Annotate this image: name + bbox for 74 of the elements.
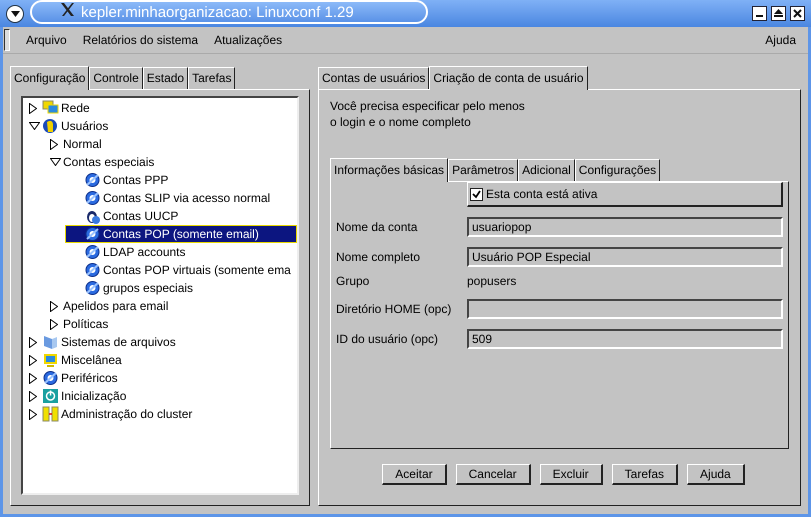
menu-item[interactable]: Arquivo xyxy=(18,33,75,47)
power-icon xyxy=(42,388,59,404)
instructions-text: Você precisa especificar pelo menos o login e o nome completo xyxy=(330,98,526,130)
window-title: kepler.minhaorganizacao: Linuxconf 1.29 xyxy=(81,4,354,20)
menu-item[interactable]: Relatórios do sistema xyxy=(74,33,206,47)
dialog-button[interactable]: Excluir xyxy=(540,464,603,485)
dialog-button[interactable]: Cancelar xyxy=(456,464,531,485)
tree-item[interactable]: Contas POP (somente email) xyxy=(65,225,297,243)
tab[interactable]: Contas de usuários xyxy=(318,67,430,89)
tab[interactable]: Tarefas xyxy=(188,67,236,89)
tree-item[interactable]: Inicialização xyxy=(23,387,297,405)
field-label: Grupo xyxy=(336,274,370,288)
field-value: popusers xyxy=(467,274,516,288)
tab[interactable]: Controle xyxy=(89,67,143,89)
field-label: Nome completo xyxy=(336,250,422,264)
input-field[interactable]: usuariopop xyxy=(467,217,783,237)
tree-item[interactable]: Usuários xyxy=(23,117,297,135)
minimize-button[interactable] xyxy=(752,6,767,21)
tab[interactable]: Configurações xyxy=(574,159,660,181)
window-menu-button[interactable] xyxy=(6,4,24,22)
menu-grip[interactable] xyxy=(4,29,10,51)
input-field[interactable]: Usuário POP Especial xyxy=(467,247,783,267)
tree-item[interactable]: Contas UUCP xyxy=(65,207,297,225)
tree-item[interactable]: Periféricos xyxy=(23,369,297,387)
maximize-icon xyxy=(774,9,783,18)
tree-item[interactable]: Rede xyxy=(23,99,297,117)
tree-item[interactable]: Administração do cluster xyxy=(23,405,297,423)
tab[interactable]: Parâmetros xyxy=(448,159,518,181)
tree-item[interactable]: LDAP accounts xyxy=(65,243,297,261)
users-icon xyxy=(42,118,59,134)
collapse-arrow-icon[interactable] xyxy=(29,119,42,133)
field-label: Nome da conta xyxy=(336,220,418,234)
tree-item[interactable]: Contas especiais xyxy=(44,153,297,171)
tab[interactable]: Adicional xyxy=(518,159,575,181)
collapse-arrow-icon[interactable] xyxy=(50,155,63,169)
input-field[interactable]: 509 xyxy=(467,329,783,349)
cluster-icon xyxy=(42,406,59,422)
gear-icon xyxy=(84,262,101,278)
gear-icon xyxy=(84,244,101,260)
tree-item[interactable]: Miscelânea xyxy=(23,351,297,369)
network-icon xyxy=(42,100,59,116)
folder-icon xyxy=(42,334,59,350)
tab[interactable]: Configuração xyxy=(10,66,90,90)
tab[interactable]: Estado xyxy=(142,67,188,89)
input-field[interactable] xyxy=(467,299,783,319)
maximize-button[interactable] xyxy=(771,6,786,21)
menu-item[interactable]: Atualizações xyxy=(206,33,290,47)
gear-icon xyxy=(84,172,101,188)
tree-item[interactable]: Contas POP virtuais (somente ema xyxy=(65,261,297,279)
dialog-button[interactable]: Tarefas xyxy=(612,464,678,485)
field-label: ID do usuário (opc) xyxy=(336,332,440,346)
tree-item[interactable]: Contas SLIP via acesso normal xyxy=(65,189,297,207)
dialog-button[interactable]: Aceitar xyxy=(382,464,447,485)
checkbox-label: Esta conta está ativa xyxy=(486,187,598,201)
tree-item[interactable]: Apelidos para email xyxy=(44,297,297,315)
tree-item[interactable]: Contas PPP xyxy=(65,171,297,189)
tree-item[interactable]: Sistemas de arquivos xyxy=(23,333,297,351)
caret-icon xyxy=(10,10,20,16)
field-label: Diretório HOME (opc) xyxy=(336,302,452,316)
close-button[interactable] xyxy=(790,6,805,21)
tab[interactable]: Criação de conta de usuário xyxy=(429,66,588,90)
tree-item[interactable]: grupos especiais xyxy=(65,279,297,297)
gear-icon xyxy=(84,226,101,242)
tab[interactable]: Informações básicas xyxy=(330,158,448,182)
gear-icon xyxy=(84,190,101,206)
help-menu[interactable]: Ajuda xyxy=(757,33,804,47)
gear-icon xyxy=(84,280,101,296)
tree-item[interactable]: Políticas xyxy=(44,315,297,333)
dialog-button[interactable]: Ajuda xyxy=(687,464,745,485)
gear-icon xyxy=(42,370,59,386)
checkbox[interactable] xyxy=(470,188,483,200)
tree-item[interactable]: Normal xyxy=(44,135,297,153)
close-icon xyxy=(793,9,802,18)
monitor-icon xyxy=(42,352,59,368)
